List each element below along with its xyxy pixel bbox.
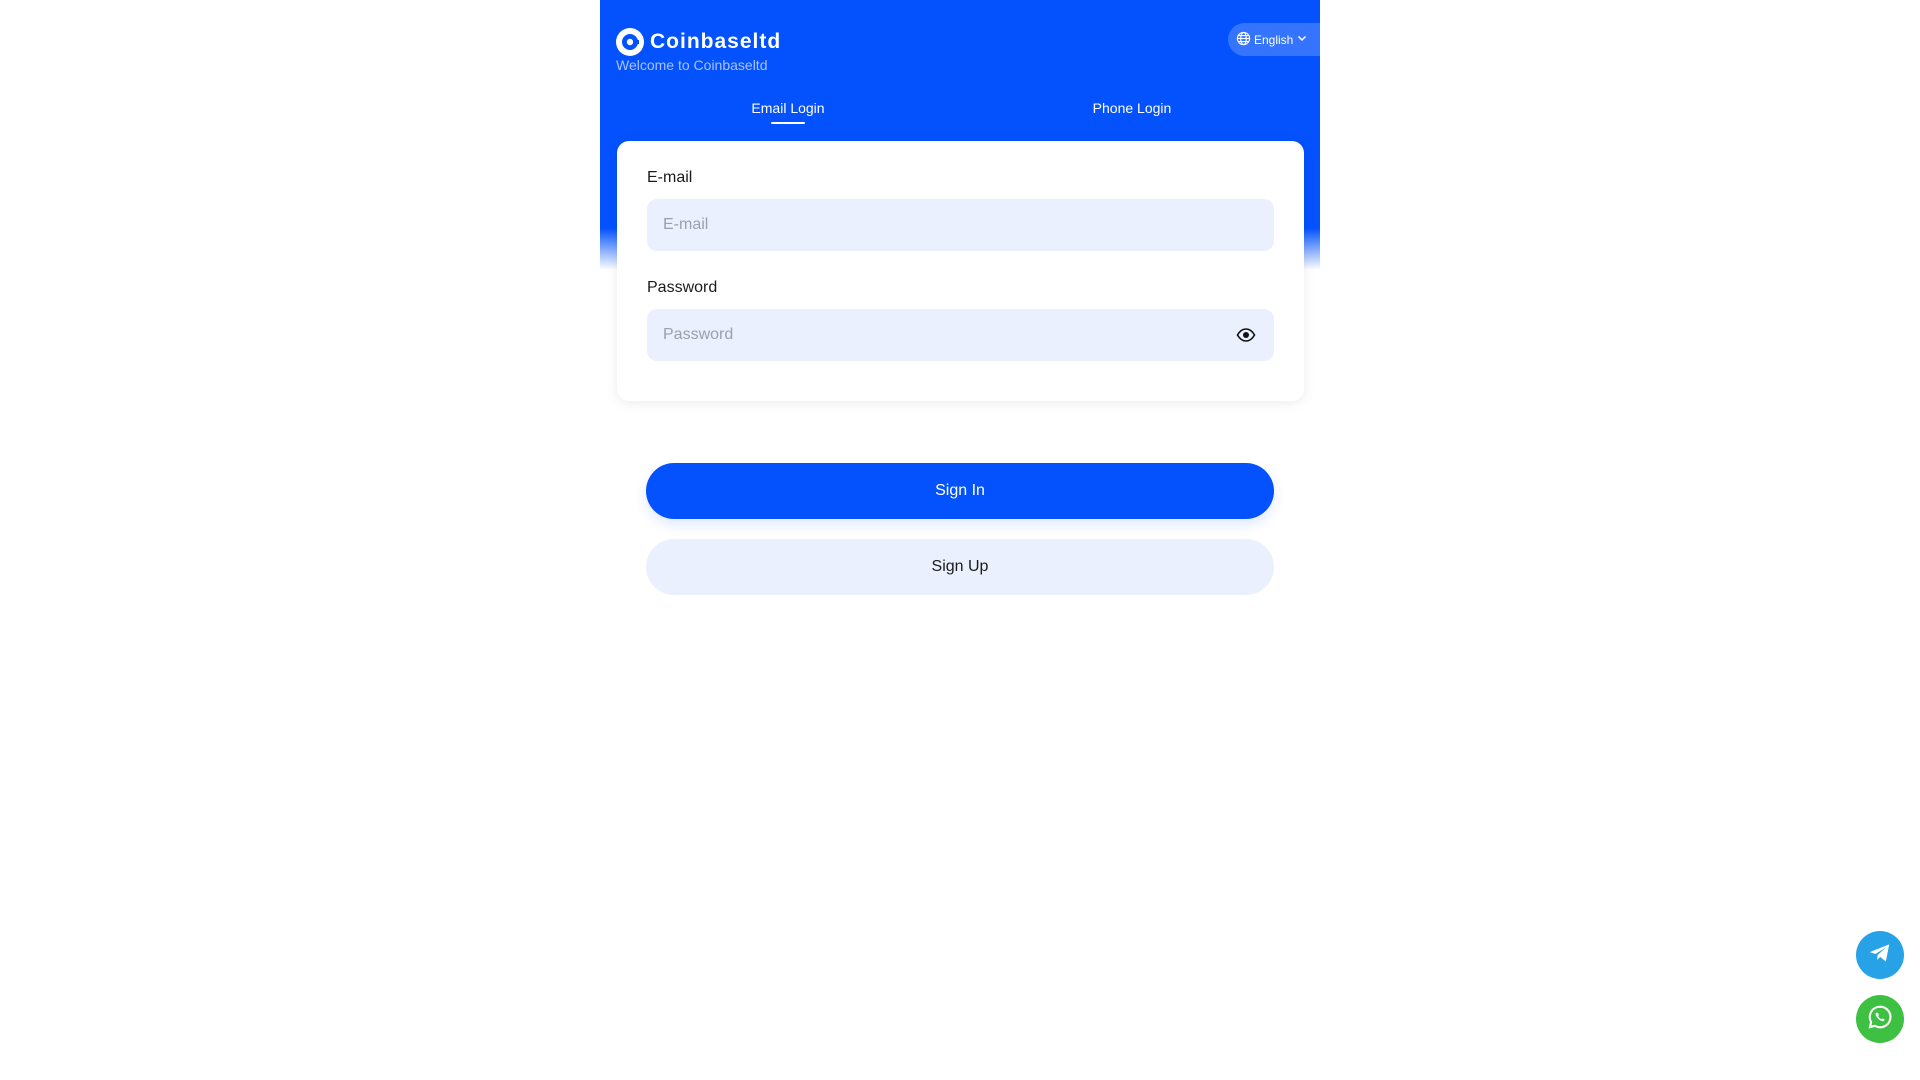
eye-icon[interactable]	[1236, 326, 1256, 344]
welcome-text: Welcome to Coinbaseltd	[616, 57, 768, 73]
language-label: English	[1254, 32, 1294, 47]
login-form-card: E-mail Password	[617, 141, 1304, 401]
tab-phone-login[interactable]: Phone Login	[1032, 100, 1232, 116]
brand-name: Coinbaseltd	[650, 30, 782, 53]
password-field-wrapper	[647, 309, 1274, 361]
telegram-button[interactable]	[1856, 931, 1904, 979]
email-field[interactable]	[647, 199, 1239, 251]
coinbase-logo-icon	[616, 28, 644, 56]
chevron-down-icon	[1296, 32, 1308, 47]
sign-up-label: Sign Up	[931, 558, 989, 575]
tab-phone-login-label: Phone Login	[1092, 100, 1172, 116]
tab-email-login-label: Email Login	[751, 100, 825, 116]
telegram-icon	[1867, 940, 1893, 971]
sign-in-button[interactable]: Sign In	[646, 463, 1274, 519]
whatsapp-icon	[1866, 1003, 1894, 1036]
active-tab-indicator	[771, 122, 805, 124]
whatsapp-button[interactable]	[1856, 995, 1904, 1043]
sign-in-label: Sign In	[935, 482, 985, 499]
login-page: Coinbaseltd Welcome to Coinbaseltd Engli…	[600, 0, 1320, 1080]
tab-email-login[interactable]: Email Login	[688, 100, 888, 124]
brand: Coinbaseltd	[616, 28, 781, 56]
globe-icon	[1236, 31, 1251, 49]
sign-up-button[interactable]: Sign Up	[646, 539, 1274, 595]
email-field-wrapper	[647, 199, 1274, 251]
password-field[interactable]	[647, 309, 1239, 361]
language-selector[interactable]: English	[1228, 23, 1320, 56]
password-label: Password	[647, 279, 718, 296]
email-label: E-mail	[647, 169, 693, 186]
login-tabs: Email Login Phone Login	[600, 100, 1320, 130]
